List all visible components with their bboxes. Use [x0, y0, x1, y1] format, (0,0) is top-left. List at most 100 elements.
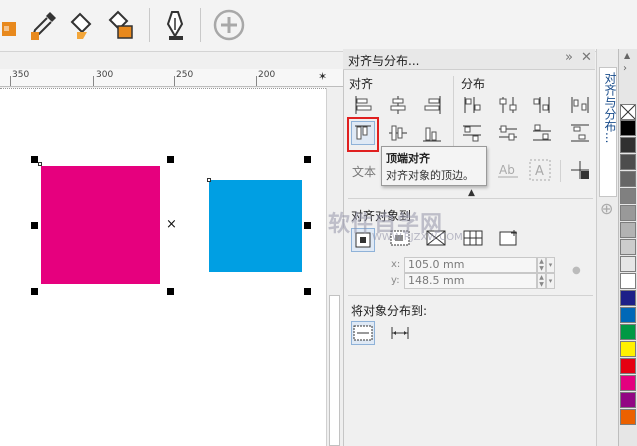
- palette-swatch[interactable]: [620, 307, 636, 323]
- distribute-to-page-icon[interactable]: [388, 321, 412, 345]
- tooltip-description: 对齐对象的顶边。: [386, 169, 474, 182]
- svg-text:Ab: Ab: [499, 163, 515, 177]
- no-color-swatch[interactable]: [620, 104, 636, 120]
- toolbar-separator: [149, 8, 150, 42]
- align-right-icon[interactable]: [420, 93, 444, 117]
- rotation-center-icon[interactable]: ×: [166, 217, 177, 232]
- x-spinner-icon[interactable]: ▲ ▼: [537, 257, 546, 273]
- docker-title: 对齐与分布...: [348, 54, 420, 68]
- selection-handle[interactable]: [31, 288, 38, 295]
- text-section-label: 文本: [352, 165, 377, 179]
- selection-handle[interactable]: [167, 288, 174, 295]
- docker-expand-icon[interactable]: »: [565, 50, 573, 65]
- distribute-bottom-icon[interactable]: [530, 121, 554, 145]
- palette-swatch[interactable]: [620, 392, 636, 408]
- pen-nib-icon[interactable]: [158, 8, 192, 42]
- y-dropdown-icon[interactable]: ▾: [546, 273, 555, 289]
- distribute-spacing-horizontal-icon[interactable]: [568, 93, 592, 117]
- palette-swatch[interactable]: [620, 256, 636, 272]
- tooltip-title: 顶端对齐: [386, 152, 430, 165]
- distribute-spacing-vertical-icon[interactable]: [568, 121, 592, 145]
- distribute-top-icon[interactable]: [460, 121, 484, 145]
- palette-swatch[interactable]: [620, 222, 636, 238]
- y-coordinate-field[interactable]: 148.5 mm: [404, 273, 537, 289]
- palette-swatch[interactable]: [620, 205, 636, 221]
- lock-ratio-icon[interactable]: ●: [572, 265, 581, 276]
- toolbar-separator: [200, 8, 201, 42]
- palette-scroll-up-icon[interactable]: ▲: [624, 51, 630, 60]
- ruler-label: 250: [176, 70, 194, 80]
- ruler-origin-icon[interactable]: ✶: [318, 70, 327, 83]
- selection-handle[interactable]: [304, 222, 311, 229]
- palette-swatch[interactable]: [620, 341, 636, 357]
- palette-menu-icon[interactable]: ›: [623, 63, 627, 74]
- align-to-grid-icon[interactable]: [568, 158, 592, 182]
- text-bounding-box-icon[interactable]: A: [528, 158, 552, 182]
- align-bottom-icon[interactable]: [420, 121, 444, 145]
- selection-handle[interactable]: [304, 156, 311, 163]
- grid-icon[interactable]: [461, 228, 485, 252]
- palette-swatch[interactable]: [620, 120, 636, 136]
- page-border: [0, 88, 326, 89]
- collapse-arrow-icon[interactable]: ▲: [468, 188, 475, 198]
- ruler-tick: [10, 76, 11, 86]
- palette-swatch[interactable]: [620, 188, 636, 204]
- tab-align-distribute[interactable]: 对齐与分布...: [599, 67, 617, 197]
- eyedropper-icon[interactable]: [26, 8, 60, 42]
- palette-swatch[interactable]: [620, 154, 636, 170]
- align-left-icon[interactable]: [351, 93, 375, 117]
- align-top-icon[interactable]: [351, 121, 375, 145]
- add-tab-icon[interactable]: ⊕: [600, 199, 613, 218]
- selection-handle[interactable]: [31, 156, 38, 163]
- distribute-center-icon[interactable]: [496, 93, 520, 117]
- add-icon[interactable]: [212, 8, 246, 42]
- selection-handle[interactable]: [167, 156, 174, 163]
- copy-fill-icon[interactable]: [104, 8, 138, 42]
- palette-swatch[interactable]: [620, 273, 636, 289]
- palette-swatch[interactable]: [620, 409, 636, 425]
- selection-handle[interactable]: [31, 222, 38, 229]
- selection-handle[interactable]: [304, 288, 311, 295]
- y-prefix: y:: [391, 275, 400, 286]
- ruler-label: 200: [258, 70, 276, 80]
- palette-swatch[interactable]: [620, 290, 636, 306]
- close-icon[interactable]: ✕: [581, 50, 592, 65]
- palette-swatch[interactable]: [620, 375, 636, 391]
- cyan-rectangle[interactable]: [209, 180, 302, 272]
- y-spinner-icon[interactable]: ▲ ▼: [537, 273, 546, 289]
- align-section-label: 对齐: [349, 77, 374, 91]
- paint-bucket-icon[interactable]: [64, 8, 98, 42]
- palette-swatch[interactable]: [620, 324, 636, 340]
- docker-header: 对齐与分布... » ✕: [343, 49, 595, 70]
- specified-point-icon[interactable]: [497, 228, 521, 252]
- toolbar: [0, 0, 637, 52]
- ruler-tick: [93, 76, 94, 86]
- horizontal-ruler: 350 300 250 200 ✶: [0, 69, 343, 87]
- distribute-section-label: 分布: [461, 77, 486, 91]
- palette-swatch[interactable]: [620, 137, 636, 153]
- distribute-left-icon[interactable]: [460, 93, 484, 117]
- distribute-right-icon[interactable]: [530, 93, 554, 117]
- magenta-rectangle[interactable]: [41, 166, 160, 284]
- ruler-tick: [174, 76, 175, 86]
- ruler-label: 350: [12, 70, 30, 80]
- distribute-to-selection-icon[interactable]: [351, 321, 375, 345]
- docker-tab-strip: 对齐与分布... ⊕: [596, 49, 618, 446]
- palette-swatch[interactable]: [620, 171, 636, 187]
- section-divider: [560, 160, 561, 182]
- distribute-middle-icon[interactable]: [496, 121, 520, 145]
- ruler-tick: [256, 76, 257, 86]
- watermark-url: WWW.RJZXW.COM: [372, 232, 463, 243]
- align-center-vertical-icon[interactable]: [386, 121, 410, 145]
- x-dropdown-icon[interactable]: ▾: [546, 257, 555, 273]
- svg-text:A: A: [535, 164, 544, 179]
- palette-swatch[interactable]: [620, 358, 636, 374]
- text-baseline-icon[interactable]: Ab: [496, 158, 520, 182]
- section-divider: [348, 295, 593, 296]
- x-coordinate-field[interactable]: 105.0 mm: [404, 257, 537, 273]
- scrollbar-thumb[interactable]: [329, 295, 340, 446]
- palette-swatch[interactable]: [620, 239, 636, 255]
- corner-node[interactable]: [207, 178, 211, 182]
- corner-node[interactable]: [38, 162, 42, 166]
- align-center-horizontal-icon[interactable]: [386, 93, 410, 117]
